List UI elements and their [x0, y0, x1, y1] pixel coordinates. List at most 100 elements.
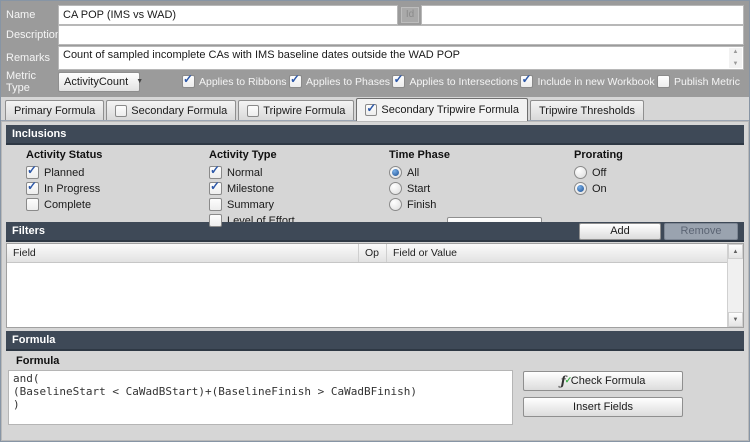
checkbox-icon: ✓: [26, 182, 39, 195]
insert-fields-button[interactable]: Insert Fields: [523, 397, 683, 417]
formula-buttons: ƒ✓ Check Formula Insert Fields: [523, 371, 683, 436]
remarks-scrollbar[interactable]: ▲▼: [729, 48, 742, 68]
metric-type-row: Metric Type ActivityCount ▼ ✓ Applies to…: [6, 70, 744, 94]
formula-title: Formula: [12, 334, 738, 346]
check-icon: ✓: [393, 73, 403, 86]
filters-title: Filters: [12, 225, 579, 237]
checkbox-applies-to-phases[interactable]: ✓ Applies to Phases: [289, 75, 390, 88]
check-formula-button[interactable]: ƒ✓ Check Formula: [523, 371, 683, 391]
add-filter-button[interactable]: Add: [579, 223, 661, 240]
metric-type-select[interactable]: ActivityCount ▼: [58, 72, 140, 92]
description-input[interactable]: [58, 25, 744, 45]
column-header-field-or-value[interactable]: Field or Value: [387, 244, 727, 262]
check-icon: ✓: [27, 180, 37, 193]
id-label: Id: [401, 7, 419, 23]
checkbox-applies-to-intersections[interactable]: ✓ Applies to Intersections: [392, 75, 518, 88]
name-label: Name: [6, 9, 58, 21]
filters-table-main: Field Op Field or Value: [7, 244, 727, 327]
tab-secondary-formula[interactable]: Secondary Formula: [106, 100, 236, 120]
metric-type-label: Metric Type: [6, 70, 58, 94]
radio-icon: [574, 166, 587, 179]
check-icon: ✓: [366, 102, 376, 115]
function-check-icon: ƒ✓: [561, 374, 566, 388]
checkbox-icon: ✓: [392, 75, 405, 88]
checkbox-icon: [209, 198, 222, 211]
checkbox-icon: [26, 198, 39, 211]
radio-start[interactable]: Start: [389, 182, 574, 195]
radio-off[interactable]: Off: [574, 166, 744, 179]
formula-body: Formula and( (BaselineStart < CaWadBStar…: [6, 351, 744, 436]
formula-textarea[interactable]: and( (BaselineStart < CaWadBStart)+(Base…: [8, 370, 513, 425]
remarks-label: Remarks: [6, 52, 58, 64]
checkbox-icon: ✓: [182, 75, 195, 88]
inclusions-title: Inclusions: [12, 128, 738, 140]
check-icon: ✓: [27, 164, 37, 177]
filters-table-header: Field Op Field or Value: [7, 244, 727, 263]
prorating-title: Prorating: [574, 149, 744, 161]
checkbox-milestone[interactable]: ✓ Milestone: [209, 182, 389, 195]
check-icon: ✓: [183, 73, 193, 86]
checkbox-icon: ✓: [365, 104, 377, 116]
checkbox-summary[interactable]: Summary: [209, 198, 389, 211]
remarks-input[interactable]: Count of sampled incomplete CAs with IMS…: [58, 46, 744, 70]
checkbox-icon: [247, 105, 259, 117]
filters-buttons: Add Remove: [579, 223, 738, 240]
scroll-down-icon[interactable]: ▼: [728, 312, 743, 327]
tab-tripwire-formula[interactable]: Tripwire Formula: [238, 100, 354, 120]
filters-scrollbar[interactable]: ▲ ▼: [727, 244, 743, 327]
radio-all[interactable]: All: [389, 166, 574, 179]
checkbox-planned[interactable]: ✓ Planned: [26, 166, 209, 179]
radio-finish[interactable]: Finish: [389, 198, 574, 211]
tab-content-panel: Inclusions Activity Status ✓ Planned ✓ I…: [1, 121, 749, 441]
column-header-field[interactable]: Field: [7, 244, 359, 262]
formula-group: Formula and( (BaselineStart < CaWadBStar…: [8, 353, 513, 436]
remarks-text: Count of sampled incomplete CAs with IMS…: [63, 49, 460, 61]
check-icon: ✓: [210, 180, 220, 193]
checkbox-icon: ✓: [26, 166, 39, 179]
column-header-op[interactable]: Op: [359, 244, 387, 262]
checkbox-publish-metric[interactable]: Publish Metric: [657, 75, 740, 88]
checkbox-applies-to-ribbons[interactable]: ✓ Applies to Ribbons: [182, 75, 287, 88]
checkbox-icon: [657, 75, 670, 88]
tab-strip: Primary Formula Secondary Formula Tripwi…: [1, 97, 749, 121]
name-input[interactable]: [58, 5, 398, 25]
inclusions-body: Activity Status ✓ Planned ✓ In Progress …: [6, 145, 744, 222]
tab-tripwire-thresholds[interactable]: Tripwire Thresholds: [530, 100, 644, 120]
metric-header-panel: Name Id Description Remarks Count of sam…: [1, 1, 749, 97]
radio-on[interactable]: On: [574, 182, 744, 195]
formula-group-label: Formula: [8, 353, 513, 370]
radio-icon: [574, 182, 587, 195]
checkbox-include-in-new-workbook[interactable]: ✓ Include in new Workbook: [520, 75, 654, 88]
checkbox-icon: ✓: [209, 166, 222, 179]
remove-filter-button[interactable]: Remove: [664, 223, 738, 240]
activity-type-title: Activity Type: [209, 149, 389, 161]
id-input[interactable]: [421, 5, 744, 25]
checkbox-icon: ✓: [289, 75, 302, 88]
activity-status-title: Activity Status: [26, 149, 209, 161]
check-icon: ✓: [210, 164, 220, 177]
metric-editor-window: Name Id Description Remarks Count of sam…: [0, 0, 750, 442]
check-icon: ✓: [521, 73, 531, 86]
radio-icon: [389, 198, 402, 211]
checkbox-complete[interactable]: Complete: [26, 198, 209, 211]
filters-table-body[interactable]: [7, 263, 727, 327]
formula-header: Formula: [6, 331, 744, 351]
filters-table: Field Op Field or Value ▲ ▼: [6, 243, 744, 328]
tab-primary-formula[interactable]: Primary Formula: [5, 100, 104, 120]
checkbox-in-progress[interactable]: ✓ In Progress: [26, 182, 209, 195]
checkbox-icon: ✓: [209, 182, 222, 195]
time-phase-title: Time Phase: [389, 149, 574, 161]
metric-type-value: ActivityCount: [64, 76, 128, 88]
checkbox-icon: [209, 214, 222, 227]
tab-secondary-tripwire-formula[interactable]: ✓ Secondary Tripwire Formula: [356, 98, 528, 121]
name-row: Name Id: [6, 5, 744, 25]
remarks-row: Remarks Count of sampled incomplete CAs …: [6, 46, 744, 70]
scroll-up-icon[interactable]: ▲: [733, 49, 739, 55]
checkbox-icon: [115, 105, 127, 117]
green-check-icon: ✓: [565, 376, 573, 386]
check-icon: ✓: [290, 73, 300, 86]
description-label: Description: [6, 29, 58, 41]
checkbox-normal[interactable]: ✓ Normal: [209, 166, 389, 179]
scroll-down-icon[interactable]: ▼: [733, 61, 739, 67]
scroll-up-icon[interactable]: ▲: [728, 244, 743, 259]
